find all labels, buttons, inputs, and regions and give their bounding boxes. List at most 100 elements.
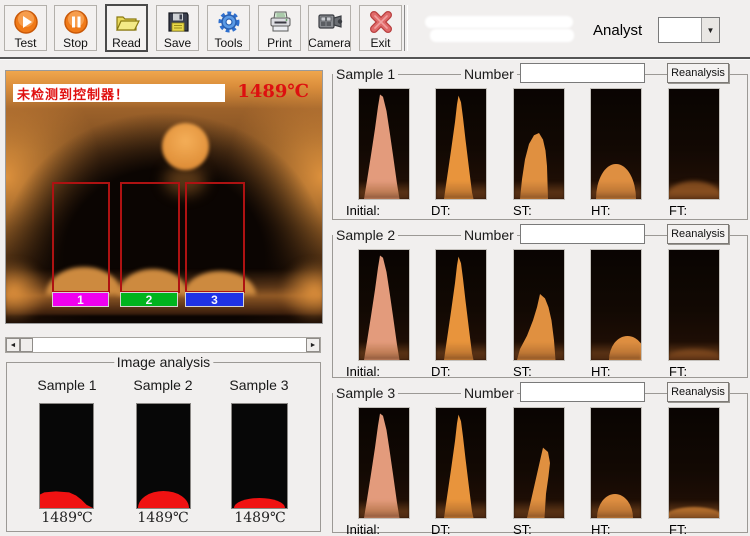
sample-1-silhouette <box>40 404 93 508</box>
sample-1-number-input[interactable] <box>520 63 645 83</box>
floppy-icon <box>165 8 191 36</box>
scroll-left-icon[interactable]: ◄ <box>6 338 20 352</box>
sample-2-thumbnail-dt <box>435 249 487 361</box>
analysis-temperature-2: 1489℃ <box>128 510 198 526</box>
sample-2-number-label: Number <box>461 227 517 243</box>
sample-1-title: Sample 1 <box>333 66 398 82</box>
stop-button[interactable]: Stop <box>54 5 97 51</box>
analysis-thermal-box-2 <box>136 403 191 509</box>
marker-rect-2 <box>120 182 180 293</box>
marker-rect-3 <box>185 182 245 293</box>
exit-icon <box>368 8 394 36</box>
hscrollbar-thumb[interactable] <box>20 338 33 352</box>
sample-3-thumbnail-ft <box>668 407 720 519</box>
sample-2-number-input[interactable] <box>520 224 645 244</box>
analysis-sample-1-label: Sample 1 <box>32 377 102 393</box>
sample-1-thumbnail-ft <box>668 88 720 200</box>
print-button-label: Print <box>267 36 292 50</box>
sample-3-stage-label-ht: HT: <box>591 522 611 536</box>
camera-button-label: Camera <box>308 36 351 50</box>
sample-2-thumbnail-ft <box>668 249 720 361</box>
sample-1-thumbnail-ht <box>590 88 642 200</box>
camera-icon <box>316 8 344 36</box>
scroll-right-icon[interactable]: ► <box>306 338 320 352</box>
redaction-smudge <box>430 29 574 42</box>
application-window: Test Stop Read Save Tools <box>0 0 750 536</box>
play-icon <box>13 8 39 36</box>
sample-3-stage-label-initial: Initial: <box>346 522 380 536</box>
printer-icon <box>267 8 293 36</box>
sample-1-thumbnail-st <box>513 88 565 200</box>
sample-2-thumbnail-st <box>513 249 565 361</box>
sample-3-number-label: Number <box>461 385 517 401</box>
redaction-smudge <box>425 16 573 28</box>
tools-button[interactable]: Tools <box>207 5 250 51</box>
read-button[interactable]: Read <box>105 4 148 52</box>
sample-1-stage-label-initial: Initial: <box>346 203 380 218</box>
sample-1-stage-label-st: ST: <box>513 203 532 218</box>
furnace-temperature: 1489℃ <box>237 81 309 102</box>
sample-1-reanalysis-button[interactable]: Reanalysis <box>667 63 729 83</box>
stop-button-label: Stop <box>63 36 88 50</box>
test-button[interactable]: Test <box>4 5 47 51</box>
sample-2-thumbnail-initial <box>358 249 410 361</box>
save-button-label: Save <box>164 36 191 50</box>
sample-3-thumbnail-initial <box>358 407 410 519</box>
pause-icon <box>63 8 89 36</box>
folder-icon <box>113 8 141 36</box>
exit-button[interactable]: Exit <box>359 5 402 51</box>
sample-marker-3: 3 <box>185 292 244 307</box>
camera-button[interactable]: Camera <box>308 5 351 51</box>
sample-group-1: Sample 1 Number Reanalysis Initial: DT: … <box>332 74 748 220</box>
image-analysis-group: Image analysis Sample 1 Sample 2 Sample … <box>6 362 321 532</box>
sample-1-stage-label-dt: DT: <box>431 203 451 218</box>
tools-button-label: Tools <box>214 36 242 50</box>
sample-3-thumbnail-st <box>513 407 565 519</box>
sample-1-thumbnail-initial <box>358 88 410 200</box>
sample-1-stage-label-ht: HT: <box>591 203 611 218</box>
sample-2-stage-label-initial: Initial: <box>346 364 380 379</box>
analysis-temperature-1: 1489℃ <box>32 510 102 526</box>
analysis-sample-2-label: Sample 2 <box>128 377 198 393</box>
sample-2-stage-label-dt: DT: <box>431 364 451 379</box>
camera-view: 1 2 3 未检测到控制器！ 1489℃ <box>5 70 323 324</box>
sample-marker-1: 1 <box>52 292 109 307</box>
sample-2-stage-label-ht: HT: <box>591 364 611 379</box>
print-button[interactable]: Print <box>258 5 301 51</box>
sample-3-thumbnail-dt <box>435 407 487 519</box>
analyst-combobox[interactable]: ▼ <box>658 17 720 43</box>
sample-3-stage-label-st: ST: <box>513 522 532 536</box>
chevron-down-icon[interactable]: ▼ <box>701 18 719 42</box>
sample-2-title: Sample 2 <box>333 227 398 243</box>
analysis-thermal-box-1 <box>39 403 94 509</box>
sample-1-stage-label-ft: FT: <box>669 203 687 218</box>
sample-2-thumbnail-ht <box>590 249 642 361</box>
toolbar-divider <box>0 57 750 60</box>
analysis-sample-3-label: Sample 3 <box>224 377 294 393</box>
sample-3-thumbnail-ht <box>590 407 642 519</box>
sample-3-reanalysis-button[interactable]: Reanalysis <box>667 382 729 402</box>
image-analysis-title: Image analysis <box>114 354 213 370</box>
analyst-label: Analyst <box>593 22 642 39</box>
sample-3-number-input[interactable] <box>520 382 645 402</box>
controller-warning-text: 未检测到控制器！ <box>13 84 129 103</box>
analysis-temperature-3: 1489℃ <box>225 510 295 526</box>
furnace-tube-glow <box>162 123 209 170</box>
sample-group-3: Sample 3 Number Reanalysis Initial: DT: … <box>332 393 748 533</box>
sample-2-silhouette <box>138 491 189 508</box>
sample-2-reanalysis-button[interactable]: Reanalysis <box>667 224 729 244</box>
analysis-thermal-box-3 <box>231 403 288 509</box>
test-button-label: Test <box>14 36 36 50</box>
toolbar-separator <box>404 5 408 51</box>
camera-hscrollbar[interactable]: ◄ ► <box>5 337 321 353</box>
exit-button-label: Exit <box>370 36 390 50</box>
sample-3-title: Sample 3 <box>333 385 398 401</box>
sample-2-stage-label-st: ST: <box>513 364 532 379</box>
save-button[interactable]: Save <box>156 5 199 51</box>
read-button-label: Read <box>112 36 141 50</box>
controller-warning-box: 未检测到控制器！ <box>13 84 225 102</box>
sample-3-stage-label-ft: FT: <box>669 522 687 536</box>
gear-icon <box>216 8 242 36</box>
sample-1-thumbnail-dt <box>435 88 487 200</box>
sample-3-stage-label-dt: DT: <box>431 522 451 536</box>
